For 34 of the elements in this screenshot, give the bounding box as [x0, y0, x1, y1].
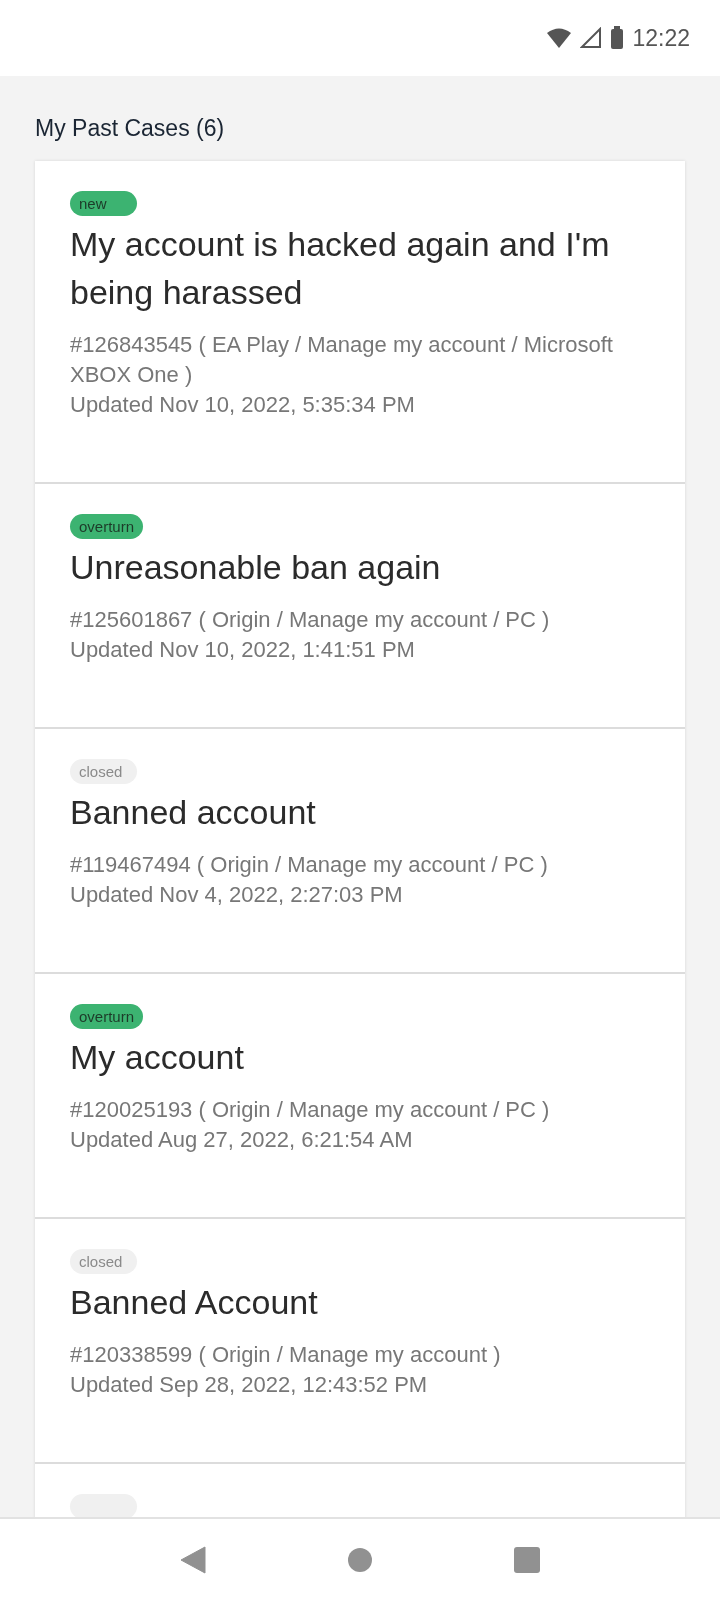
case-details: #125601867 ( Origin / Manage my account / PC ) [70, 606, 551, 634]
updated-time: Updated Sep 28, 2022, 12:43:52 PM [70, 1371, 429, 1399]
status-badge: overturn [70, 1004, 144, 1029]
recents-icon[interactable] [513, 1546, 540, 1573]
case-title: My account [70, 1037, 245, 1078]
updated-time: Updated Nov 10, 2022, 1:41:51 PM [70, 636, 416, 664]
battery-icon [610, 26, 625, 50]
case-details: #126843545 ( EA Play / Manage my account / Microsoft XBOX One ) [70, 331, 614, 389]
case-details: #119467494 ( Origin / Manage my account / PC ) [70, 851, 549, 879]
status-badge: closed [70, 759, 137, 784]
updated-time: Updated Aug 27, 2022, 6:21:54 AM [70, 1126, 414, 1154]
clock-time: 12:22 [632, 23, 690, 53]
case-card[interactable]: overturn My account #120025193 ( Origin / Manage my account / PC ) Updated Aug 27, 2022, 6:21:54 AM [35, 972, 685, 1217]
case-card[interactable]: new My account is hacked again and I'm being harassed #126843545 ( EA Play / Manage my account / Microsoft XBOX One ) Updated Nov 10, 2022, 5:35:34 PM [35, 161, 685, 482]
case-title: Unreasonable ban again [70, 547, 442, 588]
case-title: My account is hacked again and I'm being harassed [70, 224, 611, 313]
case-card[interactable]: closed Banned account #119467494 ( Origin / Manage my account / PC ) Updated Nov 4, 2022, 2:27:03 PM [35, 727, 685, 972]
case-card[interactable]: closed Banned Account #120338599 ( Origin / Manage my account ) Updated Sep 28, 2022, 12:43:52 PM [35, 1217, 685, 1462]
home-icon[interactable] [347, 1546, 373, 1573]
case-title: Banned account [70, 792, 317, 833]
updated-time: Updated Nov 4, 2022, 2:27:03 PM [70, 881, 404, 909]
wifi-icon [546, 27, 573, 49]
back-icon[interactable] [180, 1545, 207, 1574]
status-badge: overturn [70, 514, 144, 539]
case-details: #120025193 ( Origin / Manage my account / PC ) [70, 1096, 551, 1124]
status-badge: closed [70, 1249, 137, 1274]
case-title: Banned Account [70, 1282, 319, 1323]
status-badge: new [70, 191, 137, 216]
case-details: #120338599 ( Origin / Manage my account ) [70, 1341, 502, 1369]
section-heading: My Past Cases (6) [35, 114, 226, 143]
status-badge [70, 1494, 137, 1517]
updated-time: Updated Nov 10, 2022, 5:35:34 PM [70, 391, 416, 419]
signal-icon [580, 27, 603, 49]
case-card[interactable]: overturn Unreasonable ban again #125601867 ( Origin / Manage my account / PC ) Updated Nov 10, 2022, 1:41:51 PM [35, 482, 685, 727]
